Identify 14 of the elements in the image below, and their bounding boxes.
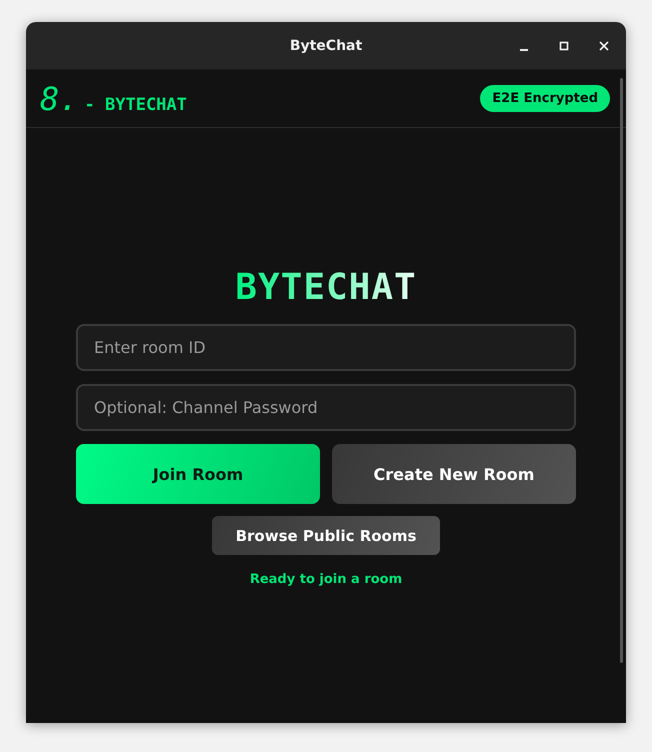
close-icon: [599, 41, 609, 51]
logo-text: - BYTECHAT: [84, 94, 187, 114]
join-button[interactable]: Join Room: [76, 444, 320, 504]
minimize-icon: [520, 49, 528, 51]
maximize-icon: [559, 41, 569, 51]
input-field[interactable]: Optional: Channel Password: [76, 384, 576, 431]
window-title: ByteChat: [290, 38, 362, 54]
browse-button[interactable]: Browse Public Rooms: [212, 516, 440, 555]
create-button[interactable]: Create New Room: [332, 444, 576, 504]
status-text: Ready to join a room: [250, 572, 402, 587]
input-field[interactable]: Enter room ID: [76, 324, 576, 371]
scrollbar[interactable]: [620, 78, 623, 663]
logo-mark: 8.: [40, 82, 79, 114]
encryption-badge: E2E Encrypted: [480, 85, 610, 112]
